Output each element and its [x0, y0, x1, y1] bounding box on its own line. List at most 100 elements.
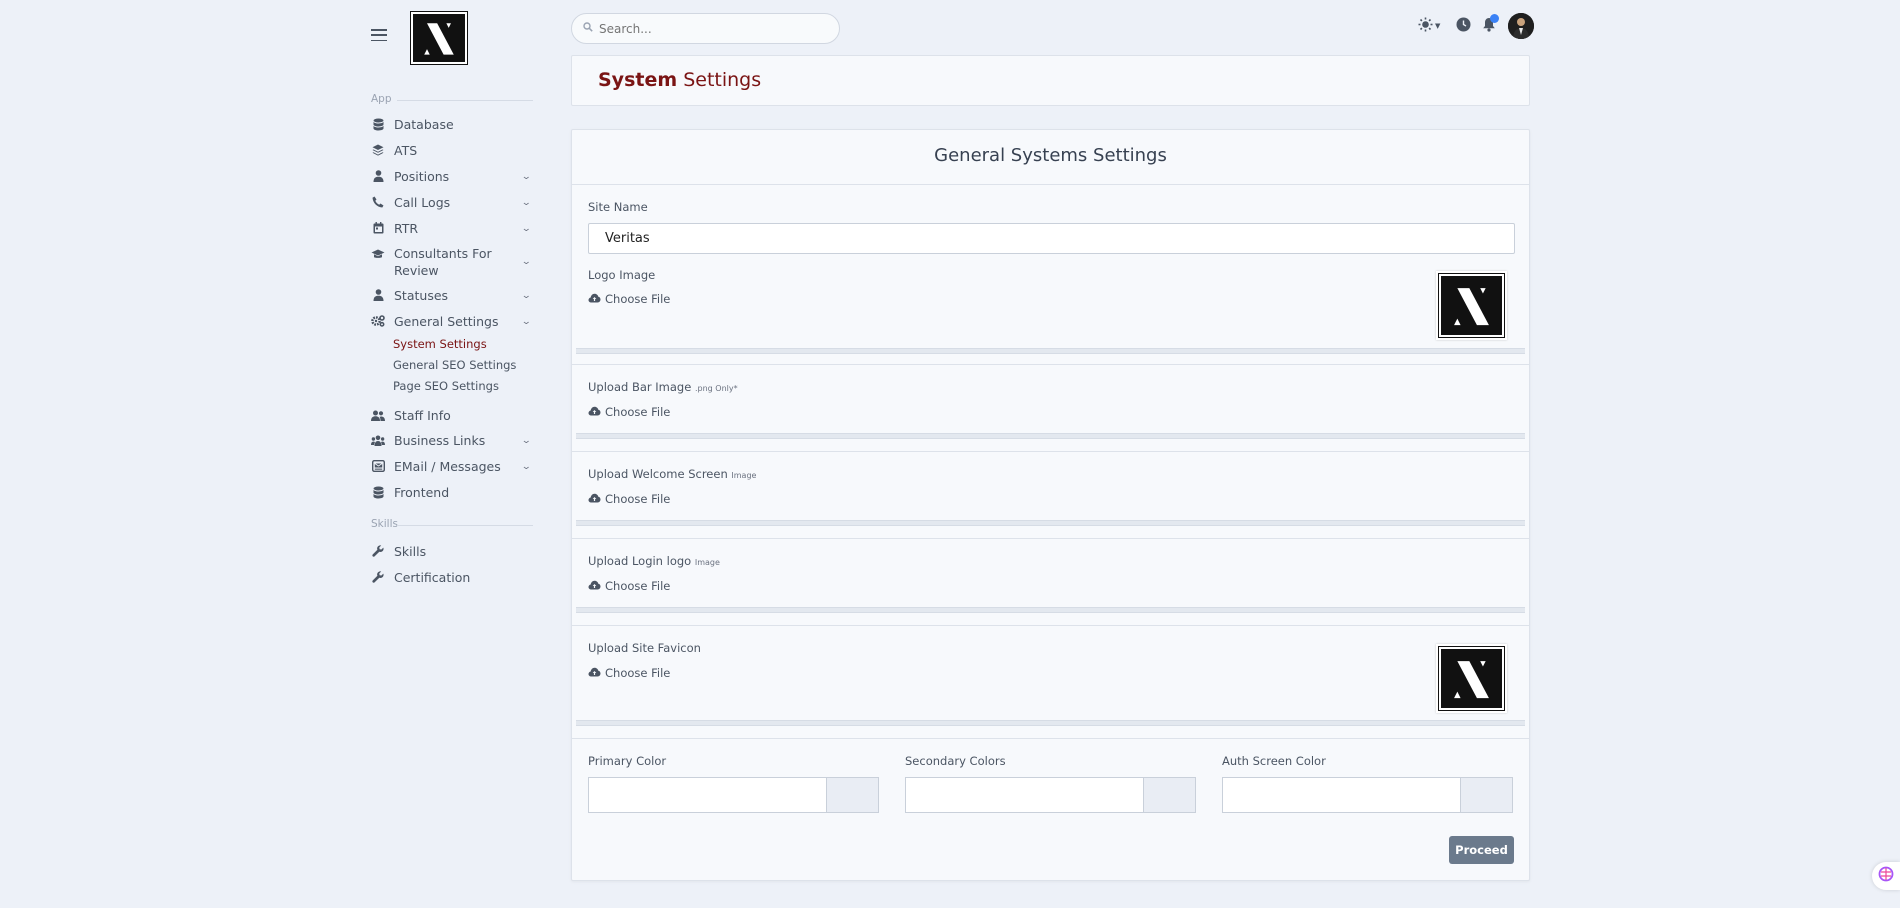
sidebar-item-label: Statuses: [394, 288, 449, 303]
avatar[interactable]: [1508, 13, 1535, 39]
chevron-down-icon: ⌄: [521, 436, 532, 446]
secondary-color-label: Secondary Colors: [905, 754, 1006, 768]
notifications-button[interactable]: [1482, 13, 1500, 36]
search-icon: [583, 21, 593, 36]
primary-color-swatch[interactable]: [827, 777, 879, 813]
sidebar-item-label: Positions: [394, 169, 450, 184]
page-header: System Settings: [571, 55, 1530, 106]
floating-widget-button[interactable]: [1872, 862, 1900, 890]
users-icon: [371, 408, 385, 422]
theme-toggle-button[interactable]: ▼: [1418, 17, 1440, 36]
sidebar-item-rtr[interactable]: RTR ⌄: [371, 220, 533, 238]
users-group-icon: [371, 433, 385, 447]
hamburger-menu-icon[interactable]: [371, 29, 387, 41]
search-input[interactable]: [599, 21, 819, 36]
sidebar-item-certification[interactable]: Certification: [371, 569, 533, 586]
divider: [572, 625, 1529, 626]
auth-color-picker: [1222, 777, 1513, 813]
cloud-upload-icon: [588, 292, 601, 306]
proceed-button[interactable]: Proceed: [1449, 836, 1514, 864]
secondary-color-input[interactable]: [905, 777, 1144, 813]
divider: [572, 538, 1529, 539]
chevron-down-icon: ⌄: [521, 172, 532, 182]
nav-section-app: App: [371, 93, 533, 105]
sidebar-item-general-settings[interactable]: General Settings ⌄: [371, 313, 533, 331]
settings-card: General Systems Settings Site Name Logo …: [571, 129, 1530, 881]
sidebar-item-label: Certification: [394, 570, 471, 585]
login-logo-choose-file-button[interactable]: Choose File: [588, 579, 670, 593]
sidebar-item-label: General Settings: [394, 314, 499, 329]
sidebar-subitem-general-seo-settings[interactable]: General SEO Settings: [393, 358, 516, 372]
page-title: System Settings: [598, 69, 762, 91]
cloud-upload-icon: [588, 666, 601, 680]
section-separator: [576, 720, 1525, 726]
primary-color-input[interactable]: [588, 777, 827, 813]
user-icon: [371, 169, 385, 183]
cloud-upload-icon: [588, 492, 601, 506]
divider: [572, 364, 1529, 365]
sidebar-item-consultants-for-review[interactable]: Consultants For Review ⌄: [371, 245, 533, 279]
history-button[interactable]: [1456, 17, 1471, 36]
layers-icon: [371, 143, 385, 157]
mail-bulk-icon: [371, 459, 385, 473]
sidebar-item-label: Consultants For Review: [394, 246, 492, 278]
site-favicon-label: Upload Site Favicon: [588, 641, 701, 655]
sidebar-item-staff-info[interactable]: Staff Info: [371, 407, 533, 424]
site-name-label: Site Name: [588, 200, 648, 214]
sidebar-item-database[interactable]: Database: [371, 116, 533, 133]
nav-section-skills: Skills: [371, 518, 533, 530]
database-icon: [371, 485, 385, 499]
site-name-input[interactable]: [588, 223, 1515, 254]
sidebar-item-positions[interactable]: Positions ⌄: [371, 168, 533, 186]
chevron-down-icon: ⌄: [521, 462, 532, 472]
secondary-color-picker: [905, 777, 1196, 813]
sidebar-subitem-page-seo-settings[interactable]: Page SEO Settings: [393, 379, 499, 393]
divider: [572, 738, 1529, 739]
cloud-upload-icon: [588, 405, 601, 419]
phone-icon: [371, 195, 385, 209]
auth-color-swatch[interactable]: [1461, 777, 1513, 813]
sidebar-item-skills[interactable]: Skills: [371, 543, 533, 560]
sidebar-subitem-system-settings[interactable]: System Settings: [393, 337, 487, 351]
wrench-icon: [371, 570, 385, 584]
chevron-down-icon: ⌄: [521, 257, 532, 267]
sidebar: App Database ATS Positions ⌄ Call Logs ⌄…: [360, 0, 540, 908]
sidebar-item-label: Staff Info: [394, 408, 451, 423]
sidebar-item-label: Business Links: [394, 433, 486, 448]
divider: [572, 451, 1529, 452]
secondary-color-swatch[interactable]: [1144, 777, 1196, 813]
sidebar-item-statuses[interactable]: Statuses ⌄: [371, 287, 533, 305]
chevron-down-icon: ⌄: [521, 317, 532, 327]
section-separator: [576, 433, 1525, 439]
logo-choose-file-button[interactable]: Choose File: [588, 292, 670, 306]
cloud-upload-icon: [588, 579, 601, 593]
auth-color-input[interactable]: [1222, 777, 1461, 813]
sidebar-item-label: Database: [394, 117, 454, 132]
welcome-screen-label: Upload Welcome Screen Image: [588, 467, 757, 481]
section-separator: [576, 607, 1525, 613]
logo-image-label: Logo Image: [588, 268, 656, 282]
sidebar-item-frontend[interactable]: Frontend: [371, 484, 533, 501]
search-bar[interactable]: [571, 13, 840, 44]
clock-icon: [1456, 17, 1471, 36]
logo-preview-image: [1436, 271, 1507, 340]
section-separator: [576, 348, 1525, 354]
sun-icon: [1418, 17, 1433, 36]
sidebar-item-label: Skills: [394, 544, 427, 559]
favicon-preview-image: [1436, 644, 1507, 713]
sidebar-item-email-messages[interactable]: EMail / Messages ⌄: [371, 458, 533, 476]
brain-icon: [1878, 866, 1894, 886]
divider: [572, 184, 1529, 185]
sidebar-item-label: ATS: [394, 143, 418, 158]
sidebar-item-business-links[interactable]: Business Links ⌄: [371, 432, 533, 450]
chevron-down-icon: ⌄: [521, 224, 532, 234]
sidebar-item-ats[interactable]: ATS: [371, 142, 533, 159]
bar-image-choose-file-button[interactable]: Choose File: [588, 405, 670, 419]
login-logo-label: Upload Login logo Image: [588, 554, 720, 568]
sidebar-item-call-logs[interactable]: Call Logs ⌄: [371, 194, 533, 212]
caret-down-icon: ▼: [1435, 22, 1441, 30]
favicon-choose-file-button[interactable]: Choose File: [588, 666, 670, 680]
bar-image-label: Upload Bar Image .png Only*: [588, 380, 738, 394]
app-logo[interactable]: [410, 11, 468, 65]
welcome-screen-choose-file-button[interactable]: Choose File: [588, 492, 670, 506]
